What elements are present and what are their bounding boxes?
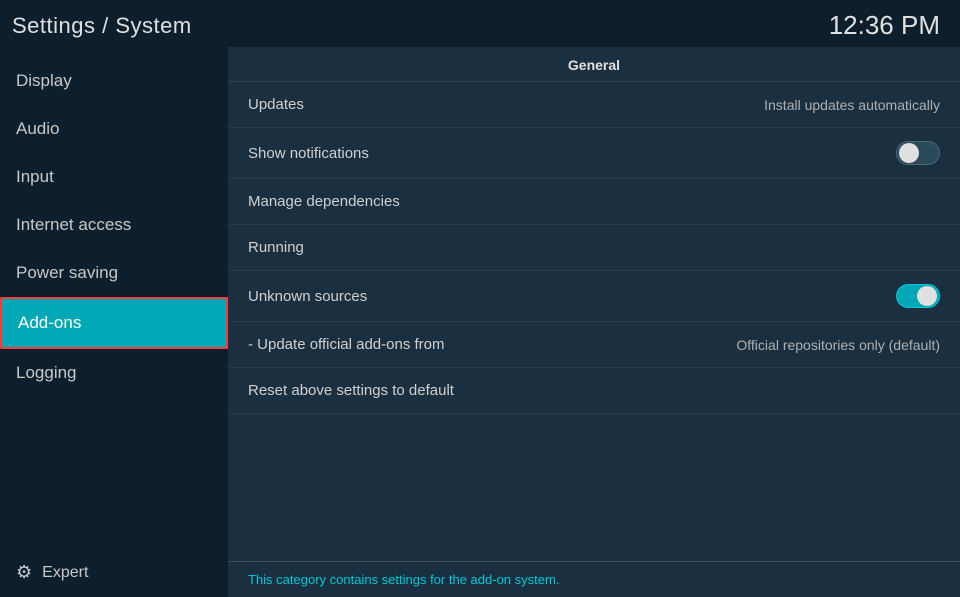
sidebar: DisplayAudioInputInternet accessPower sa… <box>0 47 228 597</box>
toggle-unknown-sources[interactable] <box>896 284 940 308</box>
settings-row-label-updates: Updates <box>248 96 304 113</box>
content-area: General Updates Install updates automatic… <box>228 47 960 597</box>
sidebar-item-internet-access[interactable]: Internet access <box>0 201 228 249</box>
sidebar-item-logging[interactable]: Logging <box>0 349 228 397</box>
content-scroll: General Updates Install updates automatic… <box>228 47 960 561</box>
toggle-knob-show-notifications <box>899 143 919 163</box>
settings-row-unknown-sources[interactable]: Unknown sources <box>228 271 960 322</box>
app-container: Settings / System 12:36 PM DisplayAudioI… <box>0 0 960 597</box>
settings-row-updates[interactable]: Updates Install updates automatically <box>228 82 960 128</box>
sidebar-item-display[interactable]: Display <box>0 57 228 105</box>
settings-row-value-updates: Install updates automatically <box>764 97 940 113</box>
main-layout: DisplayAudioInputInternet accessPower sa… <box>0 47 960 597</box>
settings-row-show-notifications[interactable]: Show notifications <box>228 128 960 179</box>
toggle-knob-unknown-sources <box>917 286 937 306</box>
sidebar-item-input[interactable]: Input <box>0 153 228 201</box>
status-bar: This category contains settings for the … <box>228 561 960 597</box>
clock: 12:36 PM <box>829 10 940 41</box>
settings-row-label-reset-settings: Reset above settings to default <box>248 382 454 399</box>
sidebar-item-power-saving[interactable]: Power saving <box>0 249 228 297</box>
section-header: General <box>228 47 960 82</box>
settings-row-reset-settings[interactable]: Reset above settings to default <box>228 368 960 414</box>
settings-row-value-update-official: Official repositories only (default) <box>736 337 940 353</box>
sidebar-expert[interactable]: ⚙ Expert <box>0 548 228 597</box>
settings-row-update-official[interactable]: - Update official add-ons from Official r… <box>228 322 960 368</box>
settings-row-label-show-notifications: Show notifications <box>248 145 369 162</box>
settings-row-running[interactable]: Running <box>228 225 960 271</box>
settings-row-label-manage-dependencies: Manage dependencies <box>248 193 400 210</box>
settings-row-label-unknown-sources: Unknown sources <box>248 288 367 305</box>
gear-icon: ⚙ <box>16 562 32 583</box>
page-title: Settings / System <box>12 13 192 39</box>
settings-row-manage-dependencies[interactable]: Manage dependencies <box>228 179 960 225</box>
settings-row-label-update-official: - Update official add-ons from <box>248 336 445 353</box>
settings-row-label-running: Running <box>248 239 304 256</box>
expert-label: Expert <box>42 564 88 582</box>
toggle-show-notifications[interactable] <box>896 141 940 165</box>
sidebar-item-audio[interactable]: Audio <box>0 105 228 153</box>
status-text: This category contains settings for the … <box>248 572 559 587</box>
sidebar-item-add-ons[interactable]: Add-ons <box>0 297 228 349</box>
header: Settings / System 12:36 PM <box>0 0 960 47</box>
